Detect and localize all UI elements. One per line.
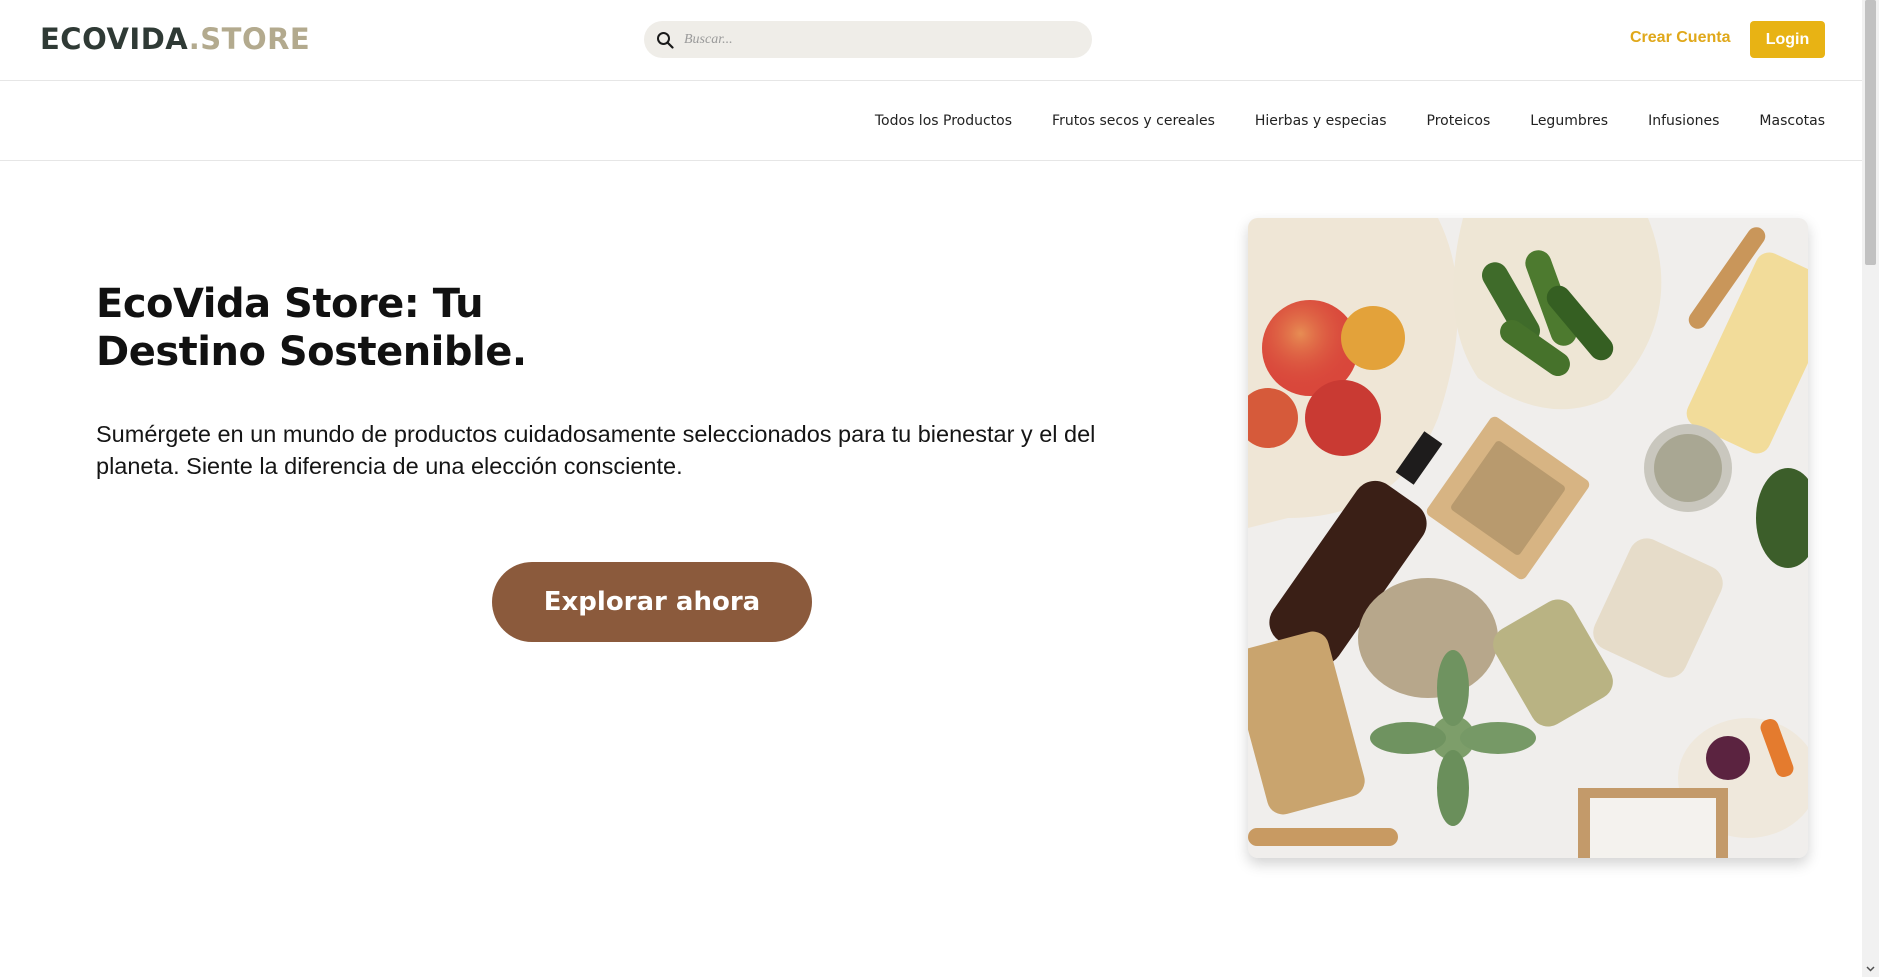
nav-item-legumes[interactable]: Legumbres — [1530, 113, 1608, 129]
nav-item-nuts-cereals[interactable]: Frutos secos y cereales — [1052, 113, 1215, 129]
top-header: ECOVIDA.STORE Crear Cuenta Login — [0, 0, 1862, 81]
nav-item-pets[interactable]: Mascotas — [1759, 113, 1825, 129]
hero-image — [1248, 218, 1808, 858]
logo-text-suffix: .STORE — [188, 22, 311, 56]
logo[interactable]: ECOVIDA.STORE — [40, 22, 310, 56]
nav-item-proteins[interactable]: Proteicos — [1427, 113, 1491, 129]
nav-item-infusions[interactable]: Infusiones — [1648, 113, 1719, 129]
hero-description: Sumérgete en un mundo de productos cuida… — [96, 421, 1096, 479]
nav-item-herbs-spices[interactable]: Hierbas y especias — [1255, 113, 1387, 129]
hero-title: EcoVida Store: Tu Destino Sostenible. — [96, 280, 536, 376]
hero-title-line2: Destino Sostenible. — [96, 329, 527, 375]
search-bar — [644, 21, 1092, 58]
search-icon[interactable] — [654, 29, 676, 51]
nav-item-all-products[interactable]: Todos los Productos — [875, 113, 1012, 129]
category-navbar: Todos los Productos Frutos secos y cerea… — [0, 81, 1862, 161]
scrollbar-thumb[interactable] — [1865, 0, 1876, 265]
category-nav: Todos los Productos Frutos secos y cerea… — [875, 81, 1825, 161]
create-account-link[interactable]: Crear Cuenta — [1630, 29, 1730, 47]
hero-title-line1: EcoVida Store: Tu — [96, 281, 484, 327]
chevron-down-icon[interactable] — [1866, 964, 1875, 973]
search-input[interactable] — [684, 31, 1064, 48]
scrollbar[interactable] — [1862, 0, 1879, 977]
login-button[interactable]: Login — [1750, 21, 1825, 58]
page: ECOVIDA.STORE Crear Cuenta Login Todos l… — [0, 0, 1879, 977]
logo-text-main: ECOVIDA — [40, 22, 189, 56]
explore-now-button[interactable]: Explorar ahora — [492, 562, 812, 642]
